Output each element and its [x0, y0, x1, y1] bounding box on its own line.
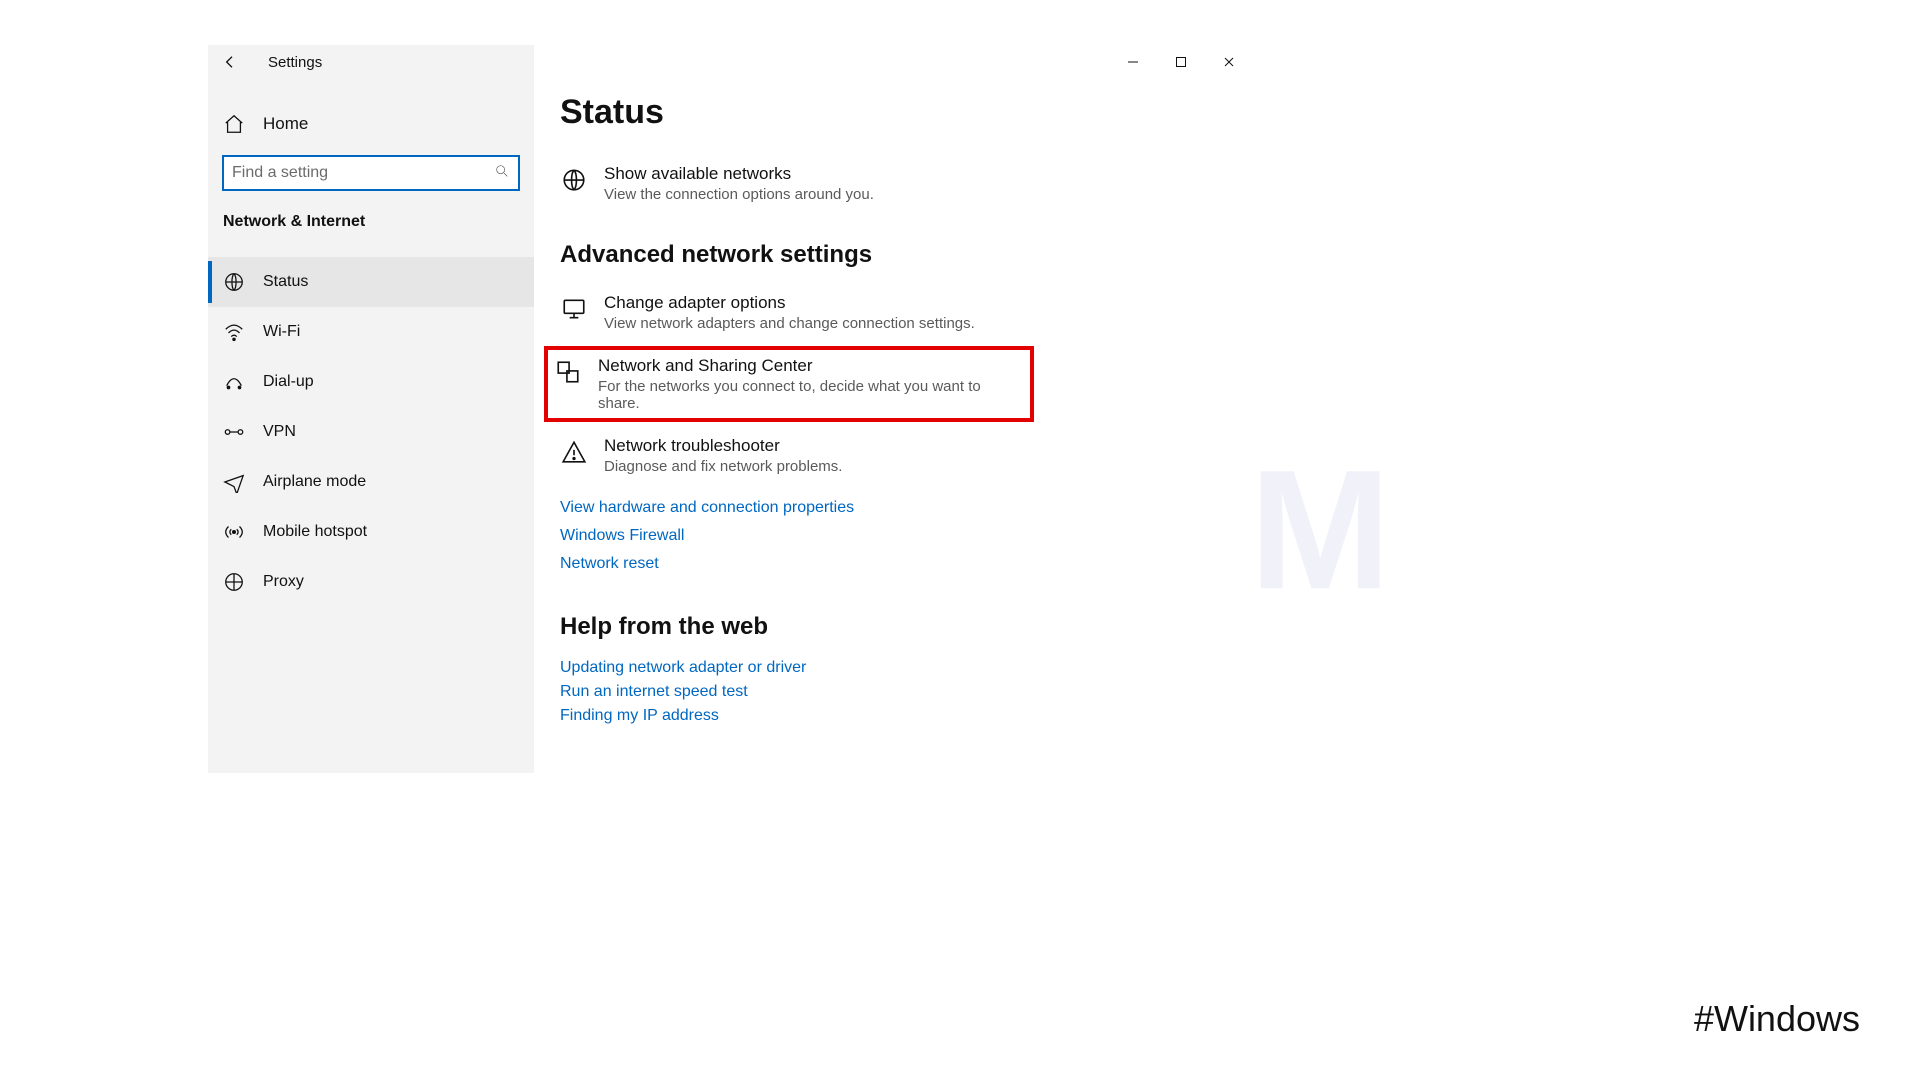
search-input-wrapper[interactable]: [222, 155, 520, 191]
sidebar-item-label: Proxy: [263, 573, 304, 591]
sidebar-item-label: Airplane mode: [263, 473, 366, 491]
sidebar-item-label: Wi-Fi: [263, 323, 300, 341]
sidebar-item-label: Mobile hotspot: [263, 523, 367, 541]
search-input[interactable]: [232, 164, 494, 182]
vpn-icon: [223, 421, 245, 443]
back-button[interactable]: [222, 54, 238, 70]
sidebar-item-label: Dial-up: [263, 373, 314, 391]
sharing-icon: [554, 358, 582, 386]
adapter-desc: View network adapters and change connect…: [604, 315, 975, 332]
link-update-adapter[interactable]: Updating network adapter or driver: [560, 659, 1253, 677]
highlight-box: Network and Sharing Center For the netwo…: [544, 346, 1034, 422]
link-network-reset[interactable]: Network reset: [560, 555, 1253, 573]
maximize-button[interactable]: [1157, 45, 1205, 79]
home-label: Home: [263, 114, 308, 134]
sidebar-item-label: Status: [263, 273, 308, 291]
monitor-icon: [560, 295, 588, 323]
sidebar-item-label: VPN: [263, 423, 296, 441]
adapter-title: Change adapter options: [604, 293, 975, 313]
sidebar-item-airplane[interactable]: Airplane mode: [208, 457, 534, 507]
link-find-ip[interactable]: Finding my IP address: [560, 707, 1253, 725]
show-networks-title: Show available networks: [604, 164, 874, 184]
search-icon: [494, 163, 510, 183]
titlebar: Settings: [208, 45, 534, 79]
troubleshooter-desc: Diagnose and fix network problems.: [604, 458, 842, 475]
sidebar-category: Network & Internet: [208, 209, 534, 245]
link-windows-firewall[interactable]: Windows Firewall: [560, 527, 1253, 545]
section-help: Help from the web: [560, 613, 1253, 641]
airplane-icon: [223, 471, 245, 493]
globe-icon: [560, 166, 588, 194]
close-button[interactable]: [1205, 45, 1253, 79]
link-speed-test[interactable]: Run an internet speed test: [560, 683, 1253, 701]
warning-icon: [560, 438, 588, 466]
window-controls: [1109, 45, 1253, 79]
show-networks-desc: View the connection options around you.: [604, 186, 874, 203]
sharing-desc: For the networks you connect to, decide …: [598, 378, 1024, 412]
proxy-icon: [223, 571, 245, 593]
minimize-button[interactable]: [1109, 45, 1157, 79]
hashtag-text: #Windows: [1694, 998, 1860, 1040]
link-hardware-properties[interactable]: View hardware and connection properties: [560, 499, 1253, 517]
sharing-title: Network and Sharing Center: [598, 356, 1024, 376]
sidebar-nav: Status Wi-Fi Dial-up VPN: [208, 257, 534, 607]
home-icon: [223, 113, 245, 135]
hotspot-icon: [223, 521, 245, 543]
sidebar-item-proxy[interactable]: Proxy: [208, 557, 534, 607]
page-title: Status: [560, 93, 1253, 132]
sharing-center-item[interactable]: Network and Sharing Center For the netwo…: [554, 356, 1024, 412]
sidebar-item-vpn[interactable]: VPN: [208, 407, 534, 457]
section-advanced: Advanced network settings: [560, 241, 1253, 269]
main-content: Status Show available networks View the …: [534, 45, 1253, 773]
sidebar: Settings Home Network & Internet Status: [208, 45, 534, 773]
sidebar-item-status[interactable]: Status: [208, 257, 534, 307]
dialup-icon: [223, 371, 245, 393]
troubleshooter-title: Network troubleshooter: [604, 436, 842, 456]
show-networks-item[interactable]: Show available networks View the connect…: [560, 158, 1253, 217]
settings-window: Settings Home Network & Internet Status: [208, 45, 1253, 773]
sidebar-item-wifi[interactable]: Wi-Fi: [208, 307, 534, 357]
adapter-options-item[interactable]: Change adapter options View network adap…: [560, 287, 1253, 346]
troubleshooter-item[interactable]: Network troubleshooter Diagnose and fix …: [560, 430, 1253, 489]
wifi-icon: [223, 321, 245, 343]
sidebar-item-dialup[interactable]: Dial-up: [208, 357, 534, 407]
sidebar-home[interactable]: Home: [208, 99, 534, 149]
globe-icon: [223, 271, 245, 293]
window-title: Settings: [268, 54, 322, 71]
sidebar-item-hotspot[interactable]: Mobile hotspot: [208, 507, 534, 557]
